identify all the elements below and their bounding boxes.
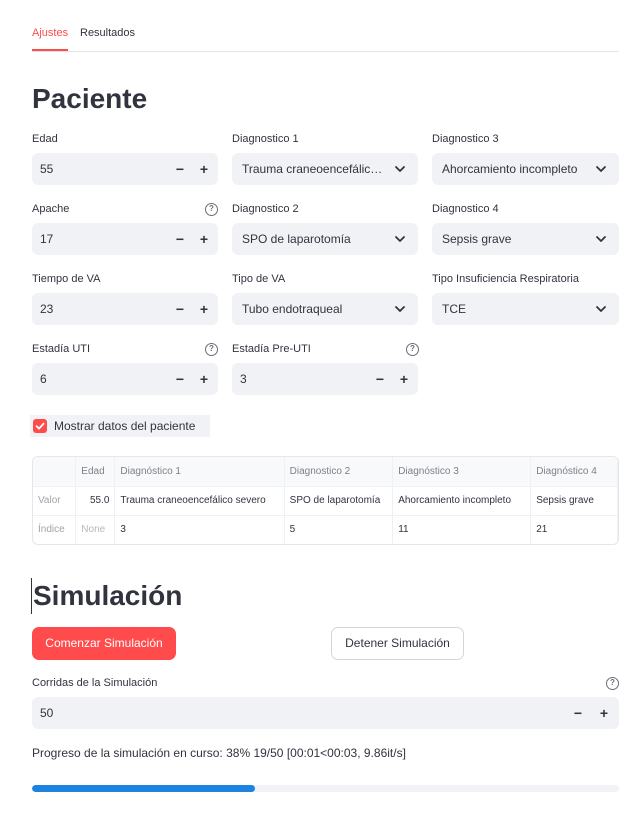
tipo-va-label: Tipo de VA (232, 273, 286, 285)
tipo-ir-select[interactable]: TCE (432, 293, 619, 325)
corridas-value[interactable]: 50 (40, 706, 53, 720)
tipo-va-select[interactable]: Tubo endotraqueal (232, 293, 418, 325)
table-cell[interactable]: None (75, 515, 116, 544)
diagnostico4-select[interactable]: Sepsis grave (432, 223, 619, 255)
progress-text: Progreso de la simulación en curso: 38% … (32, 746, 406, 760)
corridas-help-icon[interactable]: ? (606, 677, 619, 690)
chevron-down-icon (395, 306, 405, 312)
table-row-index: Valor (33, 486, 77, 516)
corridas-stepper[interactable]: 50 − + (32, 697, 619, 729)
chevron-down-icon (395, 236, 405, 242)
check-icon (35, 422, 45, 430)
tiempo-va-label: Tiempo de VA (32, 273, 101, 285)
table-cell[interactable]: SPO de laparotomía (284, 486, 394, 516)
table-cell[interactable]: 55.0 (75, 486, 116, 516)
apache-increment-button[interactable]: + (194, 228, 214, 250)
table-row-index: Índice (33, 515, 77, 544)
text-cursor (31, 578, 32, 614)
chevron-down-icon (596, 236, 606, 242)
checkbox-checked[interactable] (33, 419, 47, 433)
tiempo-va-decrement-button[interactable]: − (170, 298, 190, 320)
estadia-uti-label: Estadía UTI (32, 343, 91, 355)
estadia-pre-uti-label: Estadía Pre-UTI (232, 343, 311, 355)
apache-value[interactable]: 17 (40, 232, 53, 246)
diagnostico1-label: Diagnostico 1 (232, 133, 299, 145)
mostrar-datos-checkbox[interactable]: Mostrar datos del paciente (30, 415, 210, 437)
diagnostico2-value[interactable]: SPO de laparotomía (242, 232, 384, 246)
table-row: Valor 55.0 Trauma craneoencefálico sever… (33, 486, 618, 516)
table-cell[interactable]: 5 (284, 515, 394, 544)
table-row: Índice None 3 5 11 21 (33, 515, 618, 544)
tipo-va-value[interactable]: Tubo endotraqueal (242, 302, 384, 316)
corridas-increment-button[interactable]: + (594, 702, 614, 724)
table-cell[interactable]: Sepsis grave (530, 486, 618, 516)
diagnostico1-select[interactable]: Trauma craneoencefálico severo (232, 153, 418, 185)
table-cell[interactable]: 11 (392, 515, 532, 544)
diagnostico3-value[interactable]: Ahorcamiento incompleto (442, 162, 584, 176)
edad-increment-button[interactable]: + (194, 158, 214, 180)
progress-bar-fill (32, 785, 256, 792)
diagnostico4-value[interactable]: Sepsis grave (442, 232, 584, 246)
patient-dataframe[interactable]: Edad Diagnóstico 1 Diagnostico 2 Diagnós… (32, 456, 619, 545)
diagnostico3-select[interactable]: Ahorcamiento incompleto (432, 153, 619, 185)
tab-active-indicator (32, 49, 68, 51)
progress-bar (32, 785, 619, 792)
tipo-ir-label: Tipo Insuficiencia Respiratoria (432, 273, 579, 285)
table-header[interactable]: Diagnóstico 1 (114, 457, 285, 487)
table-cell[interactable]: 21 (530, 515, 618, 544)
estadia-uti-value[interactable]: 6 (40, 372, 47, 386)
apache-label: Apache (32, 203, 70, 215)
apache-stepper[interactable]: 17 − + (32, 223, 218, 255)
apache-help-icon[interactable]: ? (205, 203, 218, 216)
apache-decrement-button[interactable]: − (170, 228, 190, 250)
table-header[interactable]: Diagnóstico 3 (392, 457, 532, 487)
diagnostico3-label: Diagnostico 3 (432, 133, 499, 145)
table-cell[interactable]: Ahorcamiento incompleto (392, 486, 532, 516)
estadia-uti-help-icon[interactable]: ? (205, 343, 218, 356)
table-header (33, 457, 77, 487)
table-header[interactable]: Diagnostico 2 (284, 457, 394, 487)
estadia-pre-uti-increment-button[interactable]: + (394, 368, 414, 390)
edad-stepper[interactable]: 55 − + (32, 153, 218, 185)
table-header[interactable]: Diagnóstico 4 (530, 457, 618, 487)
table-header[interactable]: Edad (75, 457, 116, 487)
table-header-row: Edad Diagnóstico 1 Diagnostico 2 Diagnós… (33, 457, 618, 487)
tiempo-va-value[interactable]: 23 (40, 302, 53, 316)
edad-value[interactable]: 55 (40, 162, 53, 176)
corridas-label: Corridas de la Simulación (32, 677, 158, 689)
tab-resultados[interactable]: Resultados (80, 27, 135, 39)
corridas-decrement-button[interactable]: − (568, 702, 588, 724)
paciente-heading: Paciente (32, 83, 148, 114)
tiempo-va-stepper[interactable]: 23 − + (32, 293, 218, 325)
tiempo-va-increment-button[interactable]: + (194, 298, 214, 320)
estadia-pre-uti-help-icon[interactable]: ? (406, 343, 419, 356)
diagnostico2-label: Diagnostico 2 (232, 203, 299, 215)
chevron-down-icon (596, 166, 606, 172)
start-simulation-button[interactable]: Comenzar Simulación (32, 627, 176, 660)
simulacion-heading: Simulación (33, 580, 183, 611)
estadia-uti-increment-button[interactable]: + (194, 368, 214, 390)
edad-label: Edad (32, 133, 58, 145)
diagnostico2-select[interactable]: SPO de laparotomía (232, 223, 418, 255)
tab-ajustes[interactable]: Ajustes (32, 27, 68, 39)
table-cell[interactable]: 3 (114, 515, 285, 544)
checkbox-label: Mostrar datos del paciente (54, 419, 196, 433)
chevron-down-icon (395, 166, 405, 172)
chevron-down-icon (596, 306, 606, 312)
tipo-ir-value[interactable]: TCE (442, 302, 584, 316)
estadia-pre-uti-decrement-button[interactable]: − (370, 368, 390, 390)
tab-bar: Ajustes Resultados (32, 18, 619, 52)
estadia-pre-uti-stepper[interactable]: 3 − + (232, 363, 418, 395)
edad-decrement-button[interactable]: − (170, 158, 190, 180)
estadia-uti-decrement-button[interactable]: − (170, 368, 190, 390)
estadia-uti-stepper[interactable]: 6 − + (32, 363, 218, 395)
estadia-pre-uti-value[interactable]: 3 (240, 372, 247, 386)
diagnostico1-value[interactable]: Trauma craneoencefálico severo (242, 162, 384, 176)
stop-simulation-button[interactable]: Detener Simulación (331, 627, 464, 660)
table-cell[interactable]: Trauma craneoencefálico severo (114, 486, 285, 516)
diagnostico4-label: Diagnostico 4 (432, 203, 499, 215)
